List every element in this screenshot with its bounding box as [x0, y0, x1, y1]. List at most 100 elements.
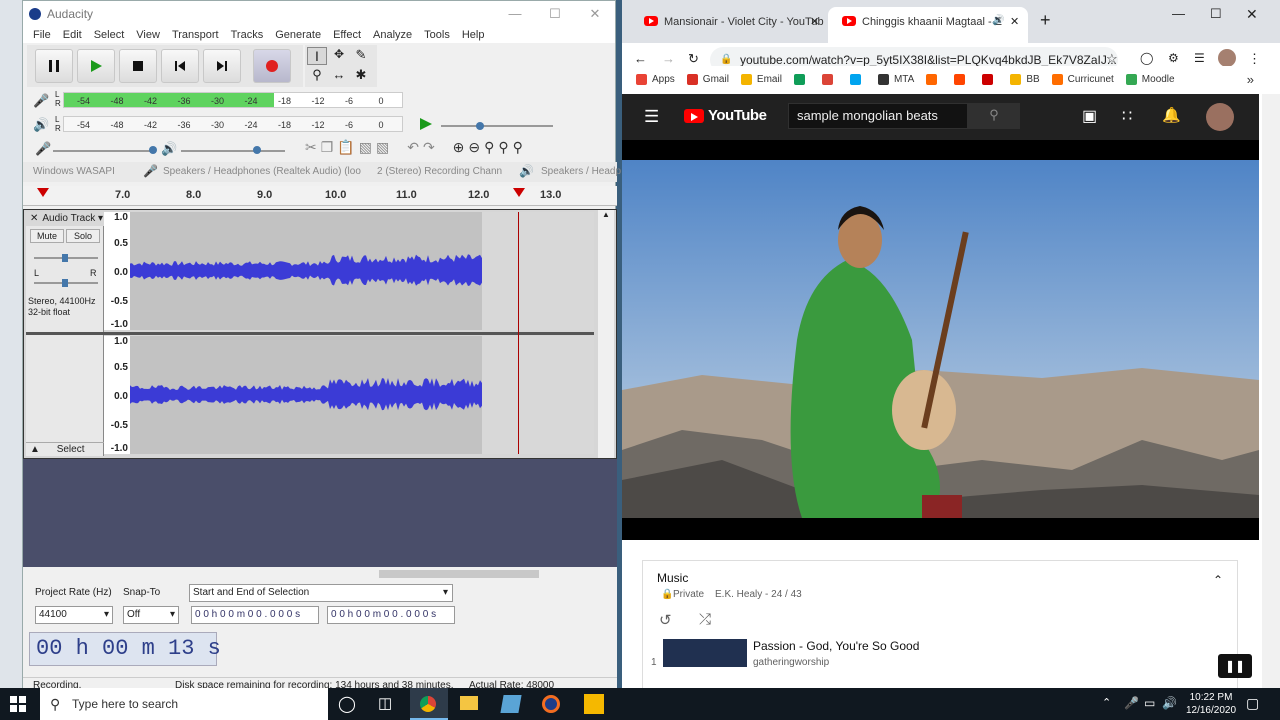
- bookmark-item[interactable]: BB: [1010, 73, 1040, 85]
- menu-help[interactable]: Help: [456, 29, 491, 41]
- extension-icon[interactable]: ◯: [1140, 51, 1153, 65]
- pause-icon[interactable]: ❚❚: [1225, 659, 1245, 673]
- zoom-tool-icon[interactable]: ⚲: [307, 67, 327, 85]
- vertical-scrollbar[interactable]: ▲: [598, 210, 614, 458]
- waveform-channel-left[interactable]: [130, 212, 482, 330]
- bookmark-star-icon[interactable]: ☆: [1106, 51, 1118, 67]
- output-volume-thumb[interactable]: [253, 146, 261, 154]
- bookmark-item[interactable]: [954, 73, 970, 85]
- volume-icon[interactable]: 🔊: [1162, 696, 1177, 710]
- track-header[interactable]: ✕ Audio Track ▾: [26, 212, 104, 226]
- playlist-owner[interactable]: E.K. Healy - 24 / 43: [715, 589, 802, 600]
- menu-generate[interactable]: Generate: [269, 29, 327, 41]
- envelope-tool-icon[interactable]: ✥: [329, 47, 349, 65]
- fit-project-icon[interactable]: ⚲: [498, 139, 508, 156]
- timeline-ruler[interactable]: 7.0 8.0 9.0 10.0 11.0 12.0 13.0: [23, 186, 617, 206]
- tray-chevron-icon[interactable]: ⌃: [1102, 696, 1111, 709]
- mute-button[interactable]: Mute: [30, 229, 64, 243]
- minimize-button[interactable]: —: [495, 1, 535, 27]
- bookmark-item[interactable]: [821, 73, 838, 85]
- menu-tools[interactable]: Tools: [418, 29, 456, 41]
- tray-mic-icon[interactable]: 🎤: [1124, 696, 1139, 710]
- new-tab-icon[interactable]: +: [1040, 10, 1051, 31]
- profile-avatar[interactable]: [1218, 49, 1236, 67]
- bookmarks-overflow-icon[interactable]: »: [1247, 72, 1254, 87]
- bookmark-item[interactable]: Apps: [636, 73, 675, 85]
- copy-icon[interactable]: ❐: [321, 139, 334, 156]
- loop-start-marker[interactable]: [37, 188, 49, 197]
- loop-icon[interactable]: ↺: [659, 611, 672, 629]
- bookmark-item[interactable]: [982, 73, 998, 85]
- menu-select[interactable]: Select: [88, 29, 131, 41]
- tab-close-icon[interactable]: ✕: [810, 15, 819, 28]
- shuffle-icon[interactable]: ⤮: [699, 611, 711, 628]
- cortana-icon[interactable]: ◯: [338, 694, 356, 714]
- playback-device[interactable]: Speakers / Headp: [541, 166, 621, 177]
- bookmark-item[interactable]: [849, 73, 866, 85]
- clock-time[interactable]: 10:22 PM: [1184, 692, 1238, 703]
- silence-icon[interactable]: ▧: [376, 139, 389, 156]
- play-button[interactable]: [77, 49, 115, 83]
- cut-icon[interactable]: ✂: [305, 139, 317, 156]
- search-input[interactable]: sample mongolian beats: [788, 103, 968, 129]
- file-explorer-icon[interactable]: [460, 696, 478, 710]
- stop-button[interactable]: [119, 49, 157, 83]
- maximize-button[interactable]: ☐: [535, 1, 575, 27]
- trim-icon[interactable]: ▧: [359, 139, 372, 156]
- solo-button[interactable]: Solo: [66, 229, 100, 243]
- start-button[interactable]: [10, 696, 26, 712]
- skip-end-button[interactable]: [203, 49, 241, 83]
- tab-close-icon[interactable]: ✕: [1010, 15, 1019, 28]
- bookmark-item[interactable]: [793, 73, 810, 85]
- menu-hamburger-icon[interactable]: ☰: [644, 107, 659, 127]
- sticky-notes-icon[interactable]: [584, 694, 604, 714]
- bookmark-item[interactable]: Curricunet: [1051, 73, 1114, 85]
- create-video-icon[interactable]: ▣: [1082, 106, 1097, 126]
- task-view-icon[interactable]: ◫: [378, 694, 392, 712]
- horizontal-scrollbar[interactable]: [23, 567, 617, 581]
- menu-analyze[interactable]: Analyze: [367, 29, 418, 41]
- tab-audio-icon[interactable]: 🔊: [992, 15, 1004, 26]
- snap-to-select[interactable]: Off ▾: [123, 606, 179, 624]
- recording-device[interactable]: Speakers / Headphones (Realtek Audio) (l…: [163, 166, 363, 177]
- input-volume-thumb[interactable]: [149, 146, 157, 154]
- tab-mansionair[interactable]: Mansionair - Violet City - YouTub: [630, 7, 826, 37]
- minimize-button[interactable]: —: [1172, 6, 1185, 21]
- select-button[interactable]: Select: [57, 444, 85, 455]
- playhead-marker[interactable]: [513, 188, 525, 197]
- notifications-icon[interactable]: ▢: [1246, 695, 1259, 712]
- taskbar-search-box[interactable]: ⚲ Type here to search: [40, 688, 328, 720]
- notifications-bell-icon[interactable]: 🔔: [1162, 106, 1181, 124]
- menu-view[interactable]: View: [130, 29, 166, 41]
- scroll-thumb[interactable]: [379, 570, 539, 578]
- miniplayer-controls[interactable]: ❚❚: [1218, 654, 1252, 678]
- play-at-speed-button[interactable]: [419, 117, 433, 131]
- maximize-button[interactable]: ☐: [1210, 6, 1222, 22]
- gain-thumb[interactable]: [62, 254, 68, 262]
- clock-date[interactable]: 12/16/2020: [1184, 705, 1238, 716]
- selection-start-field[interactable]: 0 0 h 0 0 m 0 0 . 0 0 0 s: [191, 606, 319, 624]
- playlist-item-title[interactable]: Passion - God, You're So Good: [753, 639, 919, 653]
- audacity-taskbar-icon[interactable]: [542, 695, 560, 713]
- waveform-channel-right[interactable]: [130, 336, 482, 454]
- undo-icon[interactable]: ↶: [407, 139, 419, 156]
- bookmark-item[interactable]: Moodle: [1125, 73, 1175, 85]
- menu-transport[interactable]: Transport: [166, 29, 225, 41]
- input-volume-slider[interactable]: [53, 150, 153, 152]
- youtube-wordmark[interactable]: YouTube: [708, 107, 767, 124]
- collapse-icon[interactable]: ▲: [26, 444, 44, 455]
- forward-icon[interactable]: →: [662, 51, 675, 66]
- menu-tracks[interactable]: Tracks: [225, 29, 270, 41]
- output-volume-slider[interactable]: [181, 150, 285, 152]
- audio-position-display[interactable]: 00 h 00 m 13 s: [29, 632, 221, 666]
- project-rate-select[interactable]: 44100 ▾: [35, 606, 113, 624]
- playlist-title[interactable]: Music: [657, 571, 688, 585]
- user-avatar[interactable]: [1206, 103, 1234, 131]
- menu-file[interactable]: File: [27, 29, 57, 41]
- menu-edit[interactable]: Edit: [57, 29, 88, 41]
- puzzle-icon[interactable]: ⚙: [1168, 51, 1179, 65]
- record-button[interactable]: [253, 49, 291, 83]
- apps-grid-icon[interactable]: ∷: [1122, 106, 1132, 126]
- play-speed-thumb[interactable]: [476, 122, 484, 130]
- back-icon[interactable]: ←: [634, 51, 647, 66]
